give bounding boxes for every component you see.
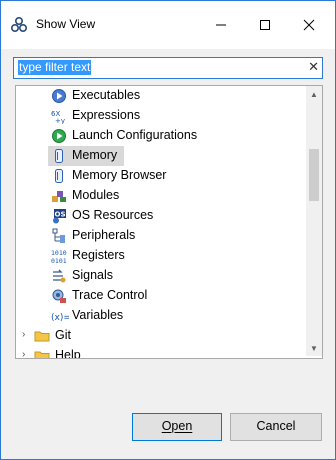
tree-item-label: Trace Control: [72, 288, 148, 302]
scroll-up-arrow-icon[interactable]: ▲: [306, 86, 322, 102]
maximize-button[interactable]: [243, 11, 287, 39]
tree-item-memory[interactable]: Memory: [16, 146, 304, 166]
expressions-icon: 6X+y: [51, 110, 65, 124]
tree-item-label: Signals: [72, 268, 113, 282]
tree-item-label: Modules: [72, 188, 120, 202]
tree-item-modules[interactable]: Modules: [16, 186, 304, 206]
svg-text:0101: 0101: [51, 257, 67, 264]
cancel-button-label: Cancel: [256, 419, 296, 433]
clear-filter-icon[interactable]: ✕: [308, 59, 319, 75]
dialog-title: Show View: [36, 17, 96, 31]
tree-folder-git[interactable]: › Git: [16, 326, 304, 346]
tree-item-label: Peripherals: [72, 228, 136, 242]
tree-item-executables[interactable]: Executables: [16, 86, 304, 106]
tree-item-signals[interactable]: Signals: [16, 266, 304, 286]
vertical-scrollbar[interactable]: ▲ ▼: [306, 86, 322, 356]
filter-input-text: type filter text: [18, 60, 92, 75]
launch-configurations-icon: [52, 129, 66, 143]
tree-item-trace-control[interactable]: Trace Control: [16, 286, 304, 306]
expand-chevron-icon[interactable]: ›: [22, 329, 25, 340]
tree-item-registers[interactable]: 1010 0101 Registers: [16, 246, 304, 266]
folder-icon: [34, 351, 50, 358]
show-view-dialog: Show View type filter text ✕ Executables…: [0, 0, 336, 460]
cancel-button[interactable]: Cancel: [230, 413, 322, 441]
tree-item-label: Expressions: [72, 108, 141, 122]
open-button[interactable]: Open: [132, 413, 222, 441]
expand-chevron-icon[interactable]: ›: [22, 349, 25, 358]
tree-folder-label: Git: [55, 328, 71, 342]
tree-item-peripherals[interactable]: Peripherals: [16, 226, 304, 246]
tree-item-label: Memory Browser: [72, 168, 167, 182]
variables-icon: (x)=: [51, 313, 69, 323]
svg-text:(x)=: (x)=: [51, 313, 69, 323]
registers-icon: 10100101: [51, 249, 67, 264]
close-icon: [303, 19, 315, 31]
folder-icon: [34, 331, 50, 342]
open-button-label: Open: [161, 419, 193, 433]
svg-text:+y: +y: [55, 117, 65, 124]
eclipse-views-icon: [11, 17, 27, 32]
close-button[interactable]: [287, 11, 331, 39]
peripherals-icon: [52, 228, 65, 243]
tree-item-label: OS Resources: [72, 208, 154, 222]
tree-item-label: Variables: [72, 308, 124, 322]
maximize-icon: [260, 20, 270, 30]
svg-text:1010: 1010: [51, 249, 67, 257]
tree-item-variables[interactable]: (x)= Variables: [16, 306, 304, 326]
trace-control-icon: [52, 289, 66, 303]
modules-icon: [52, 191, 66, 202]
tree-folder-label: Help: [55, 348, 81, 359]
scrollbar-thumb[interactable]: [309, 149, 319, 201]
tree-item-label: Memory: [72, 148, 118, 162]
filter-input[interactable]: type filter text ✕: [13, 57, 323, 79]
tree-item-label: Registers: [72, 248, 125, 262]
tree-item-launch-configurations[interactable]: Launch Configurations: [16, 126, 304, 146]
tree-item-label: Launch Configurations: [72, 128, 198, 142]
minimize-button[interactable]: [199, 11, 243, 39]
executables-icon: [52, 89, 66, 103]
tree-item-expressions[interactable]: 6X +y Expressions: [16, 106, 304, 126]
scroll-down-arrow-icon[interactable]: ▼: [306, 340, 322, 356]
tree-item-memory-browser[interactable]: Memory Browser: [16, 166, 304, 186]
tree-item-os-resources[interactable]: OS OS Resources: [16, 206, 304, 226]
tree-item-label: Executables: [72, 88, 141, 102]
tree-folder-help[interactable]: › Help: [16, 346, 304, 359]
minimize-icon: [216, 24, 226, 26]
title-bar[interactable]: Show View: [1, 1, 335, 49]
os-resources-icon: OS: [53, 209, 66, 224]
memory-icon: [55, 149, 63, 163]
signals-icon: [53, 269, 66, 283]
svg-text:OS: OS: [55, 211, 66, 219]
memory-browser-icon: [55, 169, 63, 183]
views-tree[interactable]: Executables 6X +y Expressions Launch Conf…: [15, 85, 323, 359]
